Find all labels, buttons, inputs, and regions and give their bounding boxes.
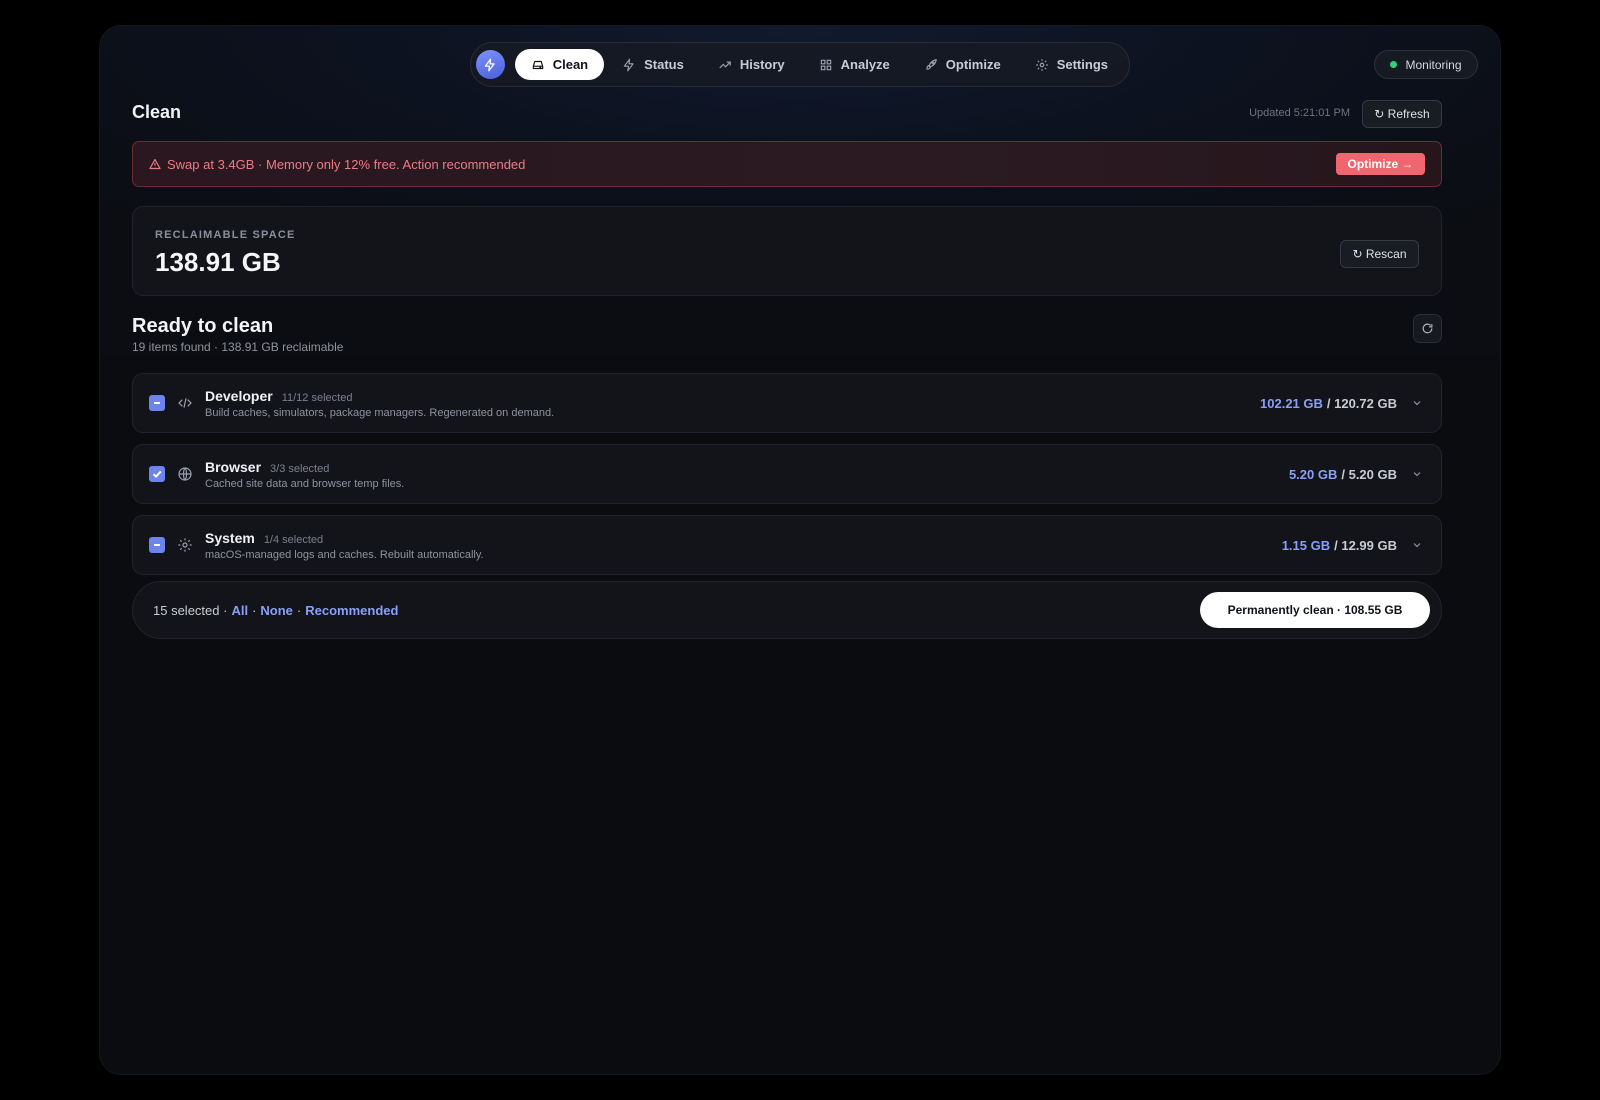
warning-icon	[149, 158, 161, 170]
rescan-button[interactable]: ↻ Rescan	[1340, 240, 1419, 268]
checkbox-partial[interactable]	[149, 395, 165, 411]
gear-icon	[178, 538, 192, 552]
category-size: 102.21 GB / 120.72 GB	[1260, 396, 1397, 411]
drive-icon	[532, 60, 543, 69]
tab-status[interactable]: Status	[606, 49, 700, 80]
category-name: Browser	[205, 458, 262, 475]
monitoring-label: Monitoring	[1405, 57, 1462, 72]
chevron-down-icon[interactable]	[1411, 539, 1423, 551]
category-name: System	[205, 529, 255, 546]
tab-history-label: History	[739, 57, 785, 72]
status-dot-icon	[1390, 61, 1398, 68]
selected-count: 15 selected ·	[153, 602, 228, 618]
category-count: 1/4 selected	[263, 533, 324, 546]
select-all-link[interactable]: All	[231, 603, 248, 618]
reclaimable-label: RECLAIMABLE SPACE	[155, 229, 296, 241]
category-count: 11/12 selected	[281, 391, 353, 404]
globe-icon	[178, 467, 192, 481]
category-name: Developer	[205, 387, 273, 404]
selected-size: 1.15 GB	[1281, 537, 1331, 553]
tab-history[interactable]: History	[702, 49, 801, 80]
top-nav: Clean Status History Analyze Optimize Se…	[470, 42, 1130, 87]
monitoring-badge[interactable]: Monitoring	[1374, 50, 1478, 79]
chevron-down-icon[interactable]	[1411, 468, 1423, 480]
chevron-down-icon[interactable]	[1411, 397, 1423, 409]
tab-optimize[interactable]: Optimize	[908, 49, 1017, 80]
select-recommended-link[interactable]: Recommended	[305, 603, 398, 618]
section-subtitle: 19 items found · 138.91 GB reclaimable	[132, 340, 344, 354]
category-size: 1.15 GB / 12.99 GB	[1282, 538, 1397, 553]
category-description: macOS-managed logs and caches. Rebuilt a…	[205, 548, 484, 561]
optimize-button[interactable]: Optimize →	[1336, 153, 1425, 175]
trend-icon	[719, 61, 731, 68]
category-row-developer[interactable]: Developer 11/12 selected Build caches, s…	[132, 373, 1442, 433]
select-none-link[interactable]: None	[260, 603, 293, 618]
bolt-icon	[623, 58, 634, 71]
section-title: Ready to clean	[132, 315, 274, 337]
updated-timestamp: Updated 5:21:01 PM	[1249, 107, 1350, 119]
category-size: 5.20 GB / 5.20 GB	[1289, 467, 1397, 482]
category-row-system[interactable]: System 1/4 selected macOS-managed logs a…	[132, 515, 1442, 575]
refresh-button[interactable]: ↻ Refresh	[1362, 100, 1442, 128]
category-description: Cached site data and browser temp files.	[205, 477, 405, 490]
bolt-logo-icon[interactable]	[476, 50, 505, 79]
tab-clean-label: Clean	[552, 57, 589, 72]
tab-settings[interactable]: Settings	[1019, 49, 1124, 80]
grid-icon	[820, 59, 831, 70]
selected-size: 5.20 GB	[1288, 466, 1338, 482]
selection-footer: 15 selected · All · None · Recommended P…	[132, 581, 1442, 639]
total-size: / 120.72 GB	[1326, 395, 1397, 411]
total-size: / 12.99 GB	[1334, 537, 1397, 553]
tab-optimize-label: Optimize	[945, 57, 1001, 72]
gear-icon	[1035, 58, 1048, 71]
permanently-clean-button[interactable]: Permanently clean · 108.55 GB	[1200, 592, 1430, 628]
alert-text: Swap at 3.4GB · Memory only 12% free. Ac…	[167, 156, 526, 172]
checkbox-checked[interactable]	[149, 466, 165, 482]
total-size: / 5.20 GB	[1341, 466, 1397, 482]
rocket-icon	[926, 58, 937, 70]
category-description: Build caches, simulators, package manage…	[205, 406, 555, 419]
checkbox-partial[interactable]	[149, 537, 165, 553]
separator: ·	[296, 602, 302, 618]
tab-status-label: Status	[644, 57, 684, 72]
reclaimable-value: 138.91 GB	[155, 247, 281, 277]
category-count: 3/3 selected	[270, 462, 330, 475]
reclaimable-card: RECLAIMABLE SPACE 138.91 GB ↻ Rescan	[132, 206, 1442, 296]
reload-button[interactable]	[1413, 314, 1442, 343]
separator: ·	[252, 602, 257, 618]
tab-analyze[interactable]: Analyze	[803, 49, 906, 80]
tab-analyze-label: Analyze	[840, 57, 890, 72]
memory-alert-banner: Swap at 3.4GB · Memory only 12% free. Ac…	[132, 141, 1442, 187]
reload-icon	[1422, 323, 1433, 334]
tab-clean[interactable]: Clean	[514, 49, 605, 80]
app-window: Clean Status History Analyze Optimize Se…	[99, 25, 1501, 1075]
code-icon	[178, 398, 192, 408]
page-title: Clean	[132, 102, 182, 122]
category-row-browser[interactable]: Browser 3/3 selected Cached site data an…	[132, 444, 1442, 504]
selected-size: 102.21 GB	[1260, 395, 1323, 411]
tab-settings-label: Settings	[1056, 57, 1108, 72]
